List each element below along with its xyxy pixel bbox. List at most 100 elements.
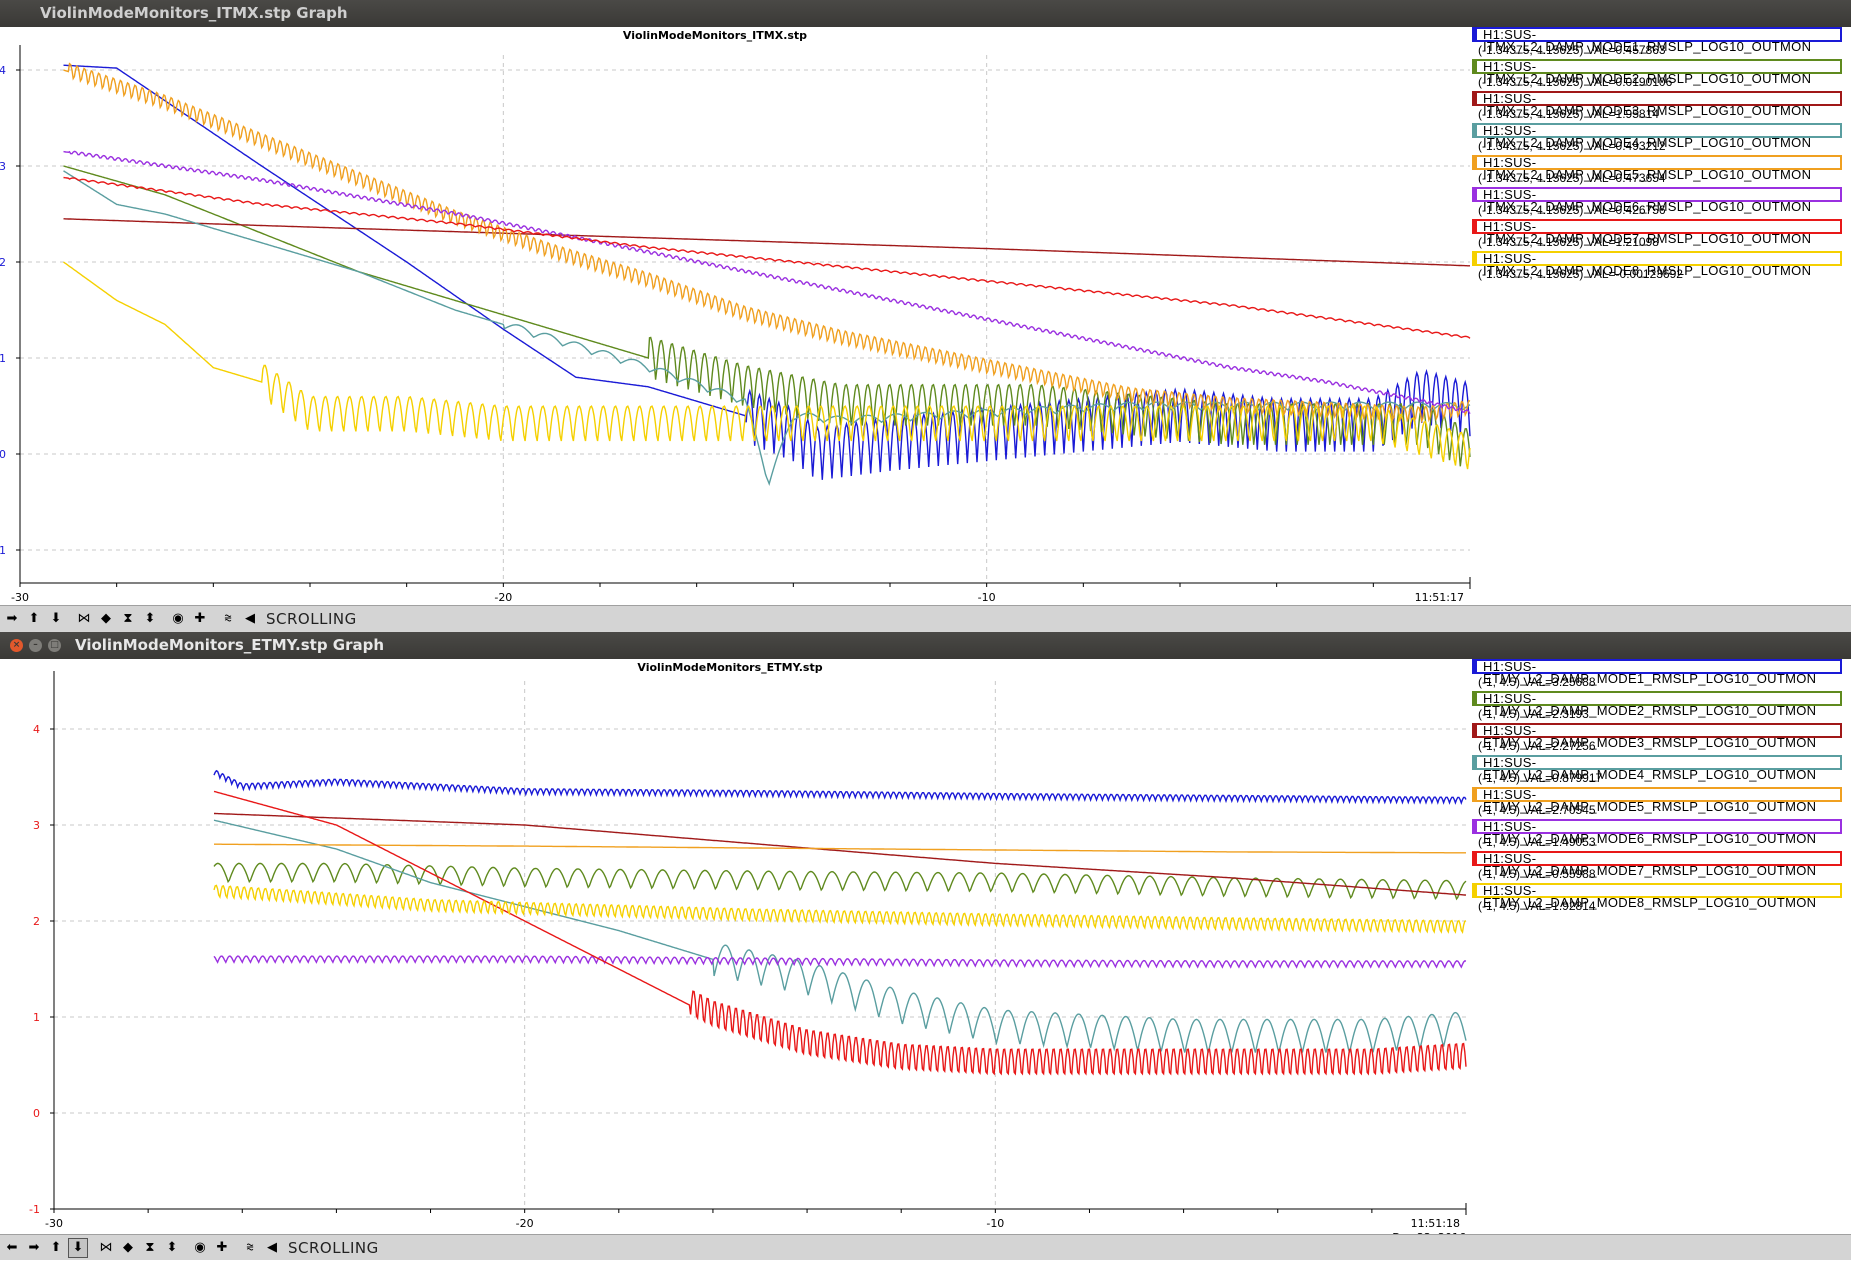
zoom-out-x-button[interactable]: ◆ bbox=[96, 608, 116, 629]
x-tick-label: -20 bbox=[516, 1217, 534, 1230]
legend-channel-name: H1:SUS-ITMX_L2_DAMP_MODE8_RMSLP_LOG10_OU… bbox=[1472, 251, 1842, 277]
legend-item: H1:SUS-ETMY_L2_DAMP_MODE8_RMSLP_LOG10_OU… bbox=[1472, 883, 1844, 915]
scroll-left-button[interactable]: ⬅ bbox=[2, 1237, 22, 1258]
legend-value: (-1, 4.5) VAL=0.55988 bbox=[1478, 867, 1596, 881]
minimize-icon[interactable]: – bbox=[29, 639, 42, 652]
autoscale-button[interactable]: ⩬ bbox=[240, 1237, 260, 1258]
legend-item: H1:SUS-ITMX_L2_DAMP_MODE6_RMSLP_LOG10_OU… bbox=[1472, 187, 1844, 219]
y-tick-label: 3 bbox=[0, 160, 6, 173]
series-line bbox=[63, 261, 1471, 470]
legend-channel-name: H1:SUS-ETMY_L2_DAMP_MODE7_RMSLP_LOG10_OU… bbox=[1472, 851, 1842, 877]
legend-item: H1:SUS-ITMX_L2_DAMP_MODE2_RMSLP_LOG10_OU… bbox=[1472, 59, 1844, 91]
x-tick-label: -10 bbox=[986, 1217, 1004, 1230]
legend-value: (-1, 4.5) VAL=1.92814 bbox=[1478, 899, 1596, 913]
scroll-up-button[interactable]: ⬆ bbox=[24, 608, 44, 629]
y-tick-label: 1 bbox=[0, 352, 6, 365]
zoom-in-x-button[interactable]: ⋈ bbox=[96, 1237, 116, 1258]
legend-channel-name: H1:SUS-ETMY_L2_DAMP_MODE4_RMSLP_LOG10_OU… bbox=[1472, 755, 1842, 781]
x-tick-label: -30 bbox=[45, 1217, 63, 1230]
scroll-down-button[interactable]: ⬇ bbox=[46, 608, 66, 629]
legend-value: (-1, 4.5) VAL=1.49053 bbox=[1478, 835, 1596, 849]
x-tick-label: -30 bbox=[11, 591, 29, 604]
legend-item: H1:SUS-ITMX_L2_DAMP_MODE3_RMSLP_LOG10_OU… bbox=[1472, 91, 1844, 123]
series-line bbox=[63, 62, 1471, 424]
legend-item: H1:SUS-ETMY_L2_DAMP_MODE5_RMSLP_LOG10_OU… bbox=[1472, 787, 1844, 819]
zoom-out-y-button[interactable]: ⬍ bbox=[140, 608, 160, 629]
scroll-mode-button[interactable]: ◀ bbox=[262, 1237, 282, 1258]
legend-value: (-1, 4.5) VAL=2.3193 bbox=[1478, 707, 1589, 721]
time-label: 11:51:18 bbox=[1411, 1217, 1460, 1230]
legend-channel-name: H1:SUS-ITMX_L2_DAMP_MODE7_RMSLP_LOG10_OU… bbox=[1472, 219, 1842, 245]
series-line bbox=[213, 819, 1467, 1053]
scroll-right-button[interactable]: ➡ bbox=[2, 608, 22, 629]
y-tick-label: 4 bbox=[33, 723, 40, 736]
legend-item: H1:SUS-ITMX_L2_DAMP_MODE5_RMSLP_LOG10_OU… bbox=[1472, 155, 1844, 187]
legend-channel-name: H1:SUS-ETMY_L2_DAMP_MODE1_RMSLP_LOG10_OU… bbox=[1472, 659, 1842, 685]
legend-item: H1:SUS-ETMY_L2_DAMP_MODE3_RMSLP_LOG10_OU… bbox=[1472, 723, 1844, 755]
close-icon[interactable]: × bbox=[10, 639, 23, 652]
center-button[interactable]: ◉ bbox=[190, 1237, 210, 1258]
legend-value: (-1, 4.5) VAL=2.70545 bbox=[1478, 803, 1596, 817]
plot-area[interactable]: -101234-30-20-1011:51:17Dec 22, 2016(Min… bbox=[0, 27, 1851, 633]
plot-area[interactable]: -101234-30-20-1011:51:18Dec 22, 2016(Min… bbox=[0, 659, 1851, 1259]
legend: H1:SUS-ITMX_L2_DAMP_MODE1_RMSLP_LOG10_OU… bbox=[1472, 27, 1844, 283]
series-line bbox=[214, 843, 1466, 854]
window-title: ViolinModeMonitors_ETMY.stp Graph bbox=[75, 636, 385, 654]
legend-item: H1:SUS-ITMX_L2_DAMP_MODE1_RMSLP_LOG10_OU… bbox=[1472, 27, 1844, 59]
zoom-in-y-button[interactable]: ⧗ bbox=[140, 1237, 160, 1258]
legend-channel-name: H1:SUS-ITMX_L2_DAMP_MODE3_RMSLP_LOG10_OU… bbox=[1472, 91, 1842, 117]
zoom-out-x-button[interactable]: ◆ bbox=[118, 1237, 138, 1258]
legend-value: (-1, 4.5) VAL=2.27256 bbox=[1478, 739, 1596, 753]
legend-item: H1:SUS-ETMY_L2_DAMP_MODE4_RMSLP_LOG10_OU… bbox=[1472, 755, 1844, 787]
x-tick-label: -20 bbox=[494, 591, 512, 604]
grid bbox=[53, 681, 1466, 1210]
legend-value: (-1.34375, 4.15625) VAL=-0.00123692 bbox=[1478, 267, 1683, 281]
zoom-in-y-button[interactable]: ⧗ bbox=[118, 608, 138, 629]
window-titlebar[interactable]: ViolinModeMonitors_ITMX.stp Graph bbox=[0, 0, 1851, 27]
autoscale-button[interactable]: ⩬ bbox=[218, 608, 238, 629]
scroll-right-button[interactable]: ➡ bbox=[24, 1237, 44, 1258]
legend-item: H1:SUS-ETMY_L2_DAMP_MODE2_RMSLP_LOG10_OU… bbox=[1472, 691, 1844, 723]
legend-value: (-1, 4.5) VAL=0.879917 bbox=[1478, 771, 1603, 785]
y-tick-label: 4 bbox=[0, 64, 6, 77]
center-button[interactable]: ◉ bbox=[168, 608, 188, 629]
legend-item: H1:SUS-ETMY_L2_DAMP_MODE7_RMSLP_LOG10_OU… bbox=[1472, 851, 1844, 883]
legend-value: (-1.34375, 4.15625) VAL=0.426756 bbox=[1478, 203, 1666, 217]
y-tick-label: -1 bbox=[29, 1203, 40, 1216]
reset-button[interactable]: ✚ bbox=[212, 1237, 232, 1258]
legend-channel-name: H1:SUS-ITMX_L2_DAMP_MODE4_RMSLP_LOG10_OU… bbox=[1472, 123, 1842, 149]
legend-item: H1:SUS-ITMX_L2_DAMP_MODE8_RMSLP_LOG10_OU… bbox=[1472, 251, 1844, 283]
window-titlebar[interactable]: × – □ ViolinModeMonitors_ETMY.stp Graph bbox=[0, 632, 1851, 659]
reset-button[interactable]: ✚ bbox=[190, 608, 210, 629]
zoom-out-y-button[interactable]: ⬍ bbox=[162, 1237, 182, 1258]
legend-channel-name: H1:SUS-ETMY_L2_DAMP_MODE3_RMSLP_LOG10_OU… bbox=[1472, 723, 1842, 749]
legend-channel-name: H1:SUS-ITMX_L2_DAMP_MODE5_RMSLP_LOG10_OU… bbox=[1472, 155, 1842, 181]
graph-toolbar: ➡ ⬆ ⬇ ⋈ ◆ ⧗ ⬍ ◉ ✚ ⩬ ◀ SCROLLING bbox=[0, 605, 1851, 631]
legend-channel-name: H1:SUS-ITMX_L2_DAMP_MODE1_RMSLP_LOG10_OU… bbox=[1472, 27, 1842, 53]
scrolling-label: SCROLLING bbox=[266, 609, 357, 628]
scrolling-label: SCROLLING bbox=[288, 1238, 379, 1257]
time-label: 11:51:17 bbox=[1415, 591, 1464, 604]
y-tick-label: 3 bbox=[33, 819, 40, 832]
x-tick-label: -10 bbox=[978, 591, 996, 604]
window-title: ViolinModeMonitors_ITMX.stp Graph bbox=[40, 4, 348, 22]
scroll-down-button[interactable]: ⬇ bbox=[68, 1237, 88, 1258]
maximize-icon[interactable]: □ bbox=[48, 639, 61, 652]
legend-item: H1:SUS-ITMX_L2_DAMP_MODE4_RMSLP_LOG10_OU… bbox=[1472, 123, 1844, 155]
scroll-mode-button[interactable]: ◀ bbox=[240, 608, 260, 629]
legend-value: (-1.34375, 4.15625) VAL=1.21098 bbox=[1478, 235, 1659, 249]
scroll-up-button[interactable]: ⬆ bbox=[46, 1237, 66, 1258]
zoom-in-x-button[interactable]: ⋈ bbox=[74, 608, 94, 629]
graph-toolbar: ⬅ ➡ ⬆ ⬇ ⋈ ◆ ⧗ ⬍ ◉ ✚ ⩬ ◀ SCROLLING bbox=[0, 1234, 1851, 1260]
legend-item: H1:SUS-ITMX_L2_DAMP_MODE7_RMSLP_LOG10_OU… bbox=[1472, 219, 1844, 251]
legend-channel-name: H1:SUS-ITMX_L2_DAMP_MODE2_RMSLP_LOG10_OU… bbox=[1472, 59, 1842, 85]
y-tick-label: 0 bbox=[0, 448, 6, 461]
series-line bbox=[213, 769, 1467, 806]
chart-title: ViolinModeMonitors_ETMY.stp bbox=[637, 661, 822, 674]
legend-channel-name: H1:SUS-ETMY_L2_DAMP_MODE6_RMSLP_LOG10_OU… bbox=[1472, 819, 1842, 845]
etmy-graph-window: × – □ ViolinModeMonitors_ETMY.stp Graph … bbox=[0, 632, 1851, 1261]
legend-value: (-1, 4.5) VAL=3.25688 bbox=[1478, 675, 1596, 689]
legend-item: H1:SUS-ETMY_L2_DAMP_MODE1_RMSLP_LOG10_OU… bbox=[1472, 659, 1844, 691]
legend-value: (-1.34375, 4.15625) VAL=0.457863 bbox=[1478, 43, 1666, 57]
series-line bbox=[213, 884, 1467, 935]
